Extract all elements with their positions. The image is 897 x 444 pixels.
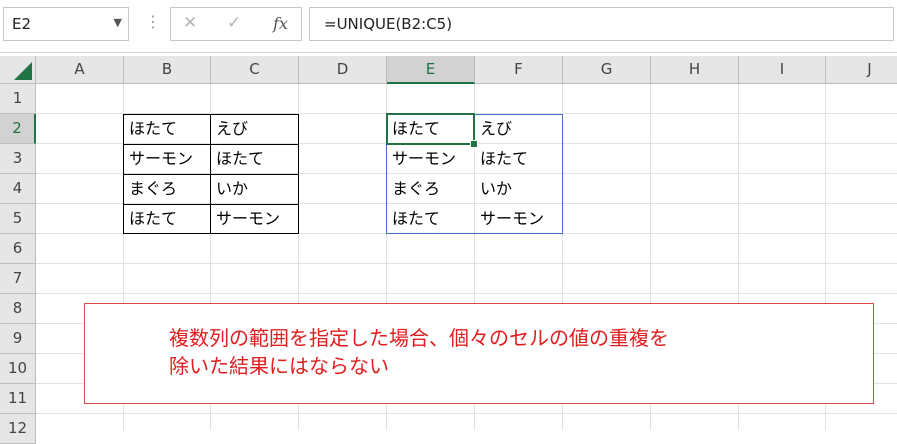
gridline: [36, 263, 897, 264]
cell-f4[interactable]: いか: [475, 174, 562, 204]
name-box[interactable]: E2 ▼: [3, 7, 129, 41]
column-header-b[interactable]: B: [124, 56, 211, 84]
formula-input[interactable]: =UNIQUE(B2:C5): [309, 7, 894, 41]
chevron-down-icon[interactable]: ▼: [114, 16, 122, 29]
row-header-4[interactable]: 4: [0, 174, 36, 204]
row-header-8[interactable]: 8: [0, 294, 36, 324]
column-header-a[interactable]: A: [36, 56, 124, 84]
row-header-1[interactable]: 1: [0, 84, 36, 114]
row-header-12[interactable]: 12: [0, 414, 36, 444]
cell-c2[interactable]: えび: [211, 114, 298, 144]
cell-f3[interactable]: ほたて: [475, 144, 562, 174]
row-header-10[interactable]: 10: [0, 354, 36, 384]
cell-c4[interactable]: いか: [211, 174, 298, 204]
gridline: [36, 293, 897, 294]
cell-f2[interactable]: えび: [475, 114, 562, 144]
row-header-6[interactable]: 6: [0, 234, 36, 264]
formula-bar: E2 ▼ ⋮ ✕ ✓ fx =UNIQUE(B2:C5): [0, 0, 897, 53]
formula-text: =UNIQUE(B2:C5): [324, 15, 453, 33]
gridline: [36, 413, 897, 414]
column-header-i[interactable]: I: [739, 56, 826, 84]
select-all-button[interactable]: [0, 56, 36, 84]
note-line-2: 除いた結果にはならない: [169, 354, 389, 378]
row-header-11[interactable]: 11: [0, 384, 36, 414]
row-header-3[interactable]: 3: [0, 144, 36, 174]
column-header-e[interactable]: E: [387, 56, 475, 84]
row-header-7[interactable]: 7: [0, 264, 36, 294]
note-line-1: 複数列の範囲を指定した場合、個々のセルの値の重複を: [169, 326, 669, 350]
cell-b2[interactable]: ほたて: [124, 114, 210, 144]
column-header-d[interactable]: D: [299, 56, 387, 84]
cell-e3[interactable]: サーモン: [387, 144, 474, 174]
insert-function-icon[interactable]: fx: [273, 14, 288, 33]
cell-b3[interactable]: サーモン: [124, 144, 210, 174]
name-box-value: E2: [12, 15, 32, 33]
cell-c3[interactable]: ほたて: [211, 144, 298, 174]
row-header-2[interactable]: 2: [0, 114, 36, 144]
column-header-h[interactable]: H: [651, 56, 739, 84]
cell-b4[interactable]: まぐろ: [124, 174, 210, 204]
cell-b5[interactable]: ほたて: [124, 204, 210, 234]
check-icon[interactable]: ✓: [227, 13, 241, 33]
drag-handle-icon[interactable]: ⋮: [145, 12, 161, 31]
column-header-j[interactable]: J: [826, 56, 897, 84]
cell-c5[interactable]: サーモン: [211, 204, 298, 234]
column-header-c[interactable]: C: [211, 56, 299, 84]
column-header-f[interactable]: F: [475, 56, 563, 84]
select-all-triangle-icon: [14, 62, 32, 80]
column-header-g[interactable]: G: [563, 56, 651, 84]
row-header-9[interactable]: 9: [0, 324, 36, 354]
cell-e2[interactable]: ほたて: [387, 114, 474, 144]
cell-e4[interactable]: まぐろ: [387, 174, 474, 204]
formula-buttons: ✕ ✓ fx: [170, 7, 302, 41]
cell-e5[interactable]: ほたて: [387, 204, 474, 234]
cancel-icon[interactable]: ✕: [183, 13, 197, 33]
cell-f5[interactable]: サーモン: [475, 204, 562, 234]
row-header-5[interactable]: 5: [0, 204, 36, 234]
note-textbox[interactable]: 複数列の範囲を指定した場合、個々のセルの値の重複を 除いた結果にはならない: [84, 303, 874, 404]
